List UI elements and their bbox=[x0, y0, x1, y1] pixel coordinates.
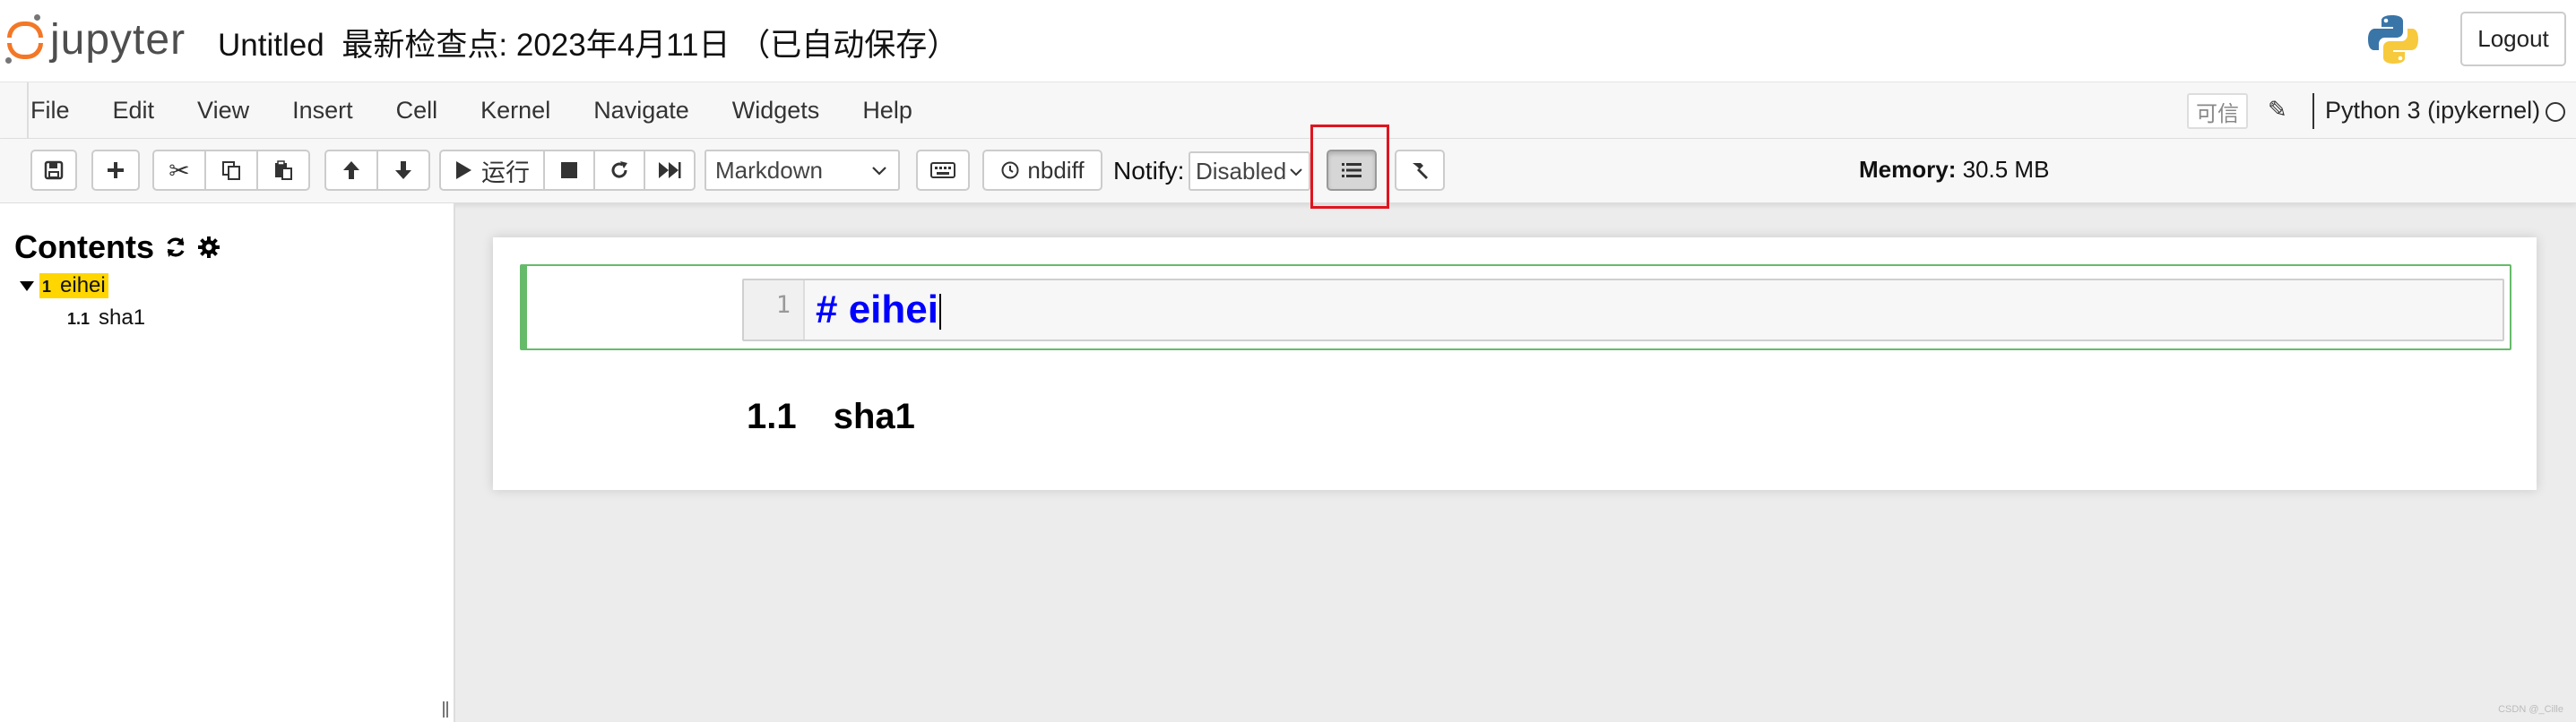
save-icon bbox=[44, 160, 64, 180]
nbdiff-label: nbdiff bbox=[1027, 156, 1085, 184]
keyboard-icon bbox=[930, 162, 955, 178]
menu-insert[interactable]: Insert bbox=[292, 97, 353, 125]
toc-item-number: 1 bbox=[42, 278, 52, 296]
cut-button[interactable]: ✂ bbox=[152, 150, 206, 191]
watermark: CSDN @_Cille bbox=[2498, 704, 2563, 715]
chevron-down-icon bbox=[872, 167, 886, 176]
line-number: 1 bbox=[744, 280, 805, 340]
refresh-icon[interactable] bbox=[163, 235, 188, 260]
heading-number: 1.1 bbox=[747, 397, 797, 436]
command-palette-button[interactable] bbox=[916, 150, 970, 191]
move-up-button[interactable] bbox=[324, 150, 378, 191]
arrow-down-icon bbox=[395, 161, 411, 179]
memory-label: Memory: bbox=[1859, 156, 1957, 183]
chevron-down-icon bbox=[1290, 168, 1302, 176]
autosave-status: （已自动保存） bbox=[739, 28, 959, 63]
toc-header: Contents bbox=[14, 228, 220, 266]
logo-text: jupyter bbox=[50, 15, 186, 64]
menu-file[interactable]: File bbox=[30, 97, 70, 125]
cell-editor[interactable]: 1 # eihei bbox=[742, 279, 2504, 341]
memory-value: 30.5 MB bbox=[1962, 156, 2050, 183]
toc-item-label: eihei bbox=[60, 273, 106, 297]
menubar: File Edit View Insert Cell Kernel Naviga… bbox=[0, 82, 2576, 139]
header: jupyter Untitled 最新检查点: 2023年4月11日 （已自动保… bbox=[0, 0, 2576, 82]
insert-cell-button[interactable] bbox=[91, 150, 140, 191]
nbextensions-button[interactable] bbox=[1395, 150, 1445, 191]
restart-kernel-button[interactable] bbox=[593, 150, 645, 191]
notify-value: Disabled bbox=[1196, 157, 1287, 185]
notebook-title-area: Untitled 最新检查点: 2023年4月11日 （已自动保存） bbox=[218, 20, 958, 65]
arrow-up-icon bbox=[343, 161, 359, 179]
list-icon bbox=[1342, 163, 1361, 177]
refresh-icon bbox=[611, 161, 627, 178]
copy-icon bbox=[222, 161, 240, 180]
cell-type-value: Markdown bbox=[715, 156, 823, 184]
menu-list: File Edit View Insert Cell Kernel Naviga… bbox=[30, 82, 955, 139]
menu-widgets[interactable]: Widgets bbox=[732, 97, 820, 125]
toc-toggle-button[interactable] bbox=[1327, 150, 1377, 191]
notify-label: Notify: bbox=[1113, 157, 1185, 185]
run-label: 运行 bbox=[481, 159, 530, 186]
toolbar: ✂ 运行 Markdown nbdiff Notify: Disabled bbox=[0, 139, 2576, 203]
notebook-container: 1 # eihei 1.1 sha1 bbox=[493, 237, 2537, 490]
jupyter-logo[interactable]: jupyter bbox=[4, 13, 186, 66]
code-line[interactable]: # eihei bbox=[816, 288, 941, 332]
scissors-icon: ✂ bbox=[169, 156, 190, 185]
stop-icon bbox=[561, 162, 577, 178]
kernel-idle-indicator-icon bbox=[2546, 102, 2565, 122]
text-cursor bbox=[938, 294, 941, 331]
menu-kernel[interactable]: Kernel bbox=[480, 97, 550, 125]
plus-icon bbox=[108, 162, 124, 178]
paste-icon bbox=[275, 160, 292, 180]
fast-forward-icon bbox=[659, 162, 681, 178]
menu-edit[interactable]: Edit bbox=[113, 97, 155, 125]
hammer-icon bbox=[1413, 163, 1428, 179]
restart-run-all-button[interactable] bbox=[644, 150, 696, 191]
save-button[interactable] bbox=[30, 150, 77, 191]
kernel-name[interactable]: Python 3 (ipykernel) bbox=[2325, 97, 2540, 125]
move-down-button[interactable] bbox=[376, 150, 430, 191]
cell-type-select[interactable]: Markdown bbox=[705, 150, 900, 191]
clock-history-icon bbox=[1001, 161, 1019, 179]
gear-icon[interactable] bbox=[197, 236, 220, 259]
play-icon bbox=[456, 161, 471, 179]
run-button[interactable]: 运行 bbox=[439, 150, 545, 191]
toc-item-eihei[interactable]: 1 eihei bbox=[20, 273, 108, 298]
jupyter-logo-icon bbox=[4, 13, 47, 66]
nbdiff-button[interactable]: nbdiff bbox=[982, 150, 1102, 191]
memory-usage: Memory: 30.5 MB bbox=[1859, 156, 2049, 184]
logout-button[interactable]: Logout bbox=[2460, 12, 2566, 66]
copy-button[interactable] bbox=[204, 150, 258, 191]
trusted-badge[interactable]: 可信 bbox=[2187, 93, 2248, 129]
notebook-name[interactable]: Untitled bbox=[218, 28, 324, 63]
interrupt-kernel-button[interactable] bbox=[543, 150, 595, 191]
markdown-cell-selected[interactable]: 1 # eihei bbox=[520, 264, 2511, 350]
toc-item-sha1[interactable]: 1.1 sha1 bbox=[67, 305, 145, 331]
collapse-triangle-icon[interactable] bbox=[20, 280, 34, 291]
toc-item-number: 1.1 bbox=[67, 310, 91, 328]
rendered-markdown-heading[interactable]: 1.1 sha1 bbox=[747, 397, 915, 437]
menu-view[interactable]: View bbox=[197, 97, 249, 125]
toc-resize-handle[interactable] bbox=[443, 701, 452, 719]
python-kernel-icon bbox=[2368, 15, 2418, 64]
edit-metadata-icon[interactable]: ✎ bbox=[2268, 96, 2287, 124]
menu-navigate[interactable]: Navigate bbox=[593, 97, 689, 125]
toc-title: Contents bbox=[14, 228, 154, 265]
checkpoint-status: 最新检查点: 2023年4月11日 bbox=[341, 28, 730, 63]
notify-select[interactable]: Disabled bbox=[1189, 151, 1310, 191]
menu-help[interactable]: Help bbox=[862, 97, 912, 125]
toc-sidebar: Contents 1 eihei 1.1 sha1 bbox=[0, 203, 455, 722]
toc-item-label: sha1 bbox=[99, 305, 146, 330]
menu-cell[interactable]: Cell bbox=[396, 97, 438, 125]
heading-text: sha1 bbox=[833, 397, 915, 436]
paste-button[interactable] bbox=[256, 150, 310, 191]
